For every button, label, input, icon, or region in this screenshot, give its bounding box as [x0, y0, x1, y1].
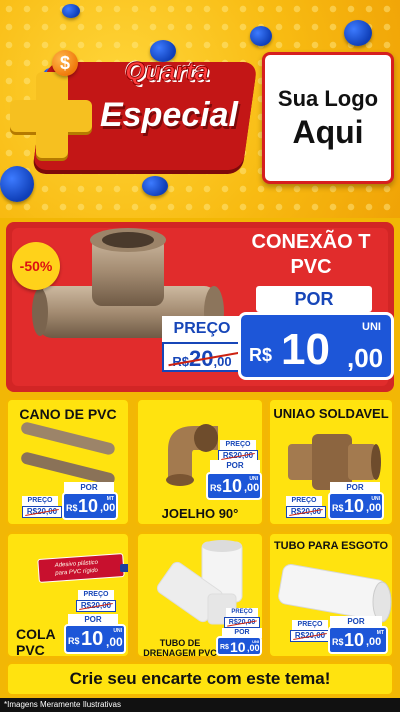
price-integer: 10: [344, 630, 365, 650]
product-name: COLA PVC: [16, 626, 56, 658]
coin-icon: [0, 166, 34, 202]
new-price: R$ 10 ,00 UNI: [328, 492, 384, 520]
glue-tube-image: Adesivo plástico para PVC rígido: [37, 553, 125, 583]
preco-label: PREÇO: [162, 316, 242, 342]
product-card-joelho[interactable]: PREÇO R$20,00 POR R$ 10 ,00 UNI JOELHO 9…: [136, 398, 264, 526]
logo-text-line2: Aqui: [292, 113, 364, 150]
new-price: R$ 10 ,00 UNI: [64, 624, 126, 654]
price-decimal: ,00: [347, 343, 384, 373]
price-unit: UNI: [252, 639, 259, 644]
currency-symbol: R$: [332, 503, 344, 513]
currency-symbol: R$: [68, 636, 80, 646]
product-name-line1: COLA: [16, 626, 56, 642]
strikethrough: [227, 619, 257, 627]
preco-label: PREÇO: [226, 608, 258, 617]
por-label: POR: [210, 460, 260, 472]
new-price: R$ 10 ,00 UNI: [216, 636, 262, 656]
product-name-line2: PVC: [16, 642, 45, 658]
new-price: R$ 10 ,00 UNI: [238, 312, 394, 380]
product-name: TUBO DE DRENAGEM PVC: [142, 638, 218, 658]
price-integer: 10: [78, 496, 99, 516]
price-decimal: ,00: [366, 636, 382, 648]
price-integer: 10: [230, 639, 246, 655]
currency-symbol: R$: [220, 644, 229, 651]
price-decimal: ,00: [100, 502, 116, 514]
old-price: R$20,00: [290, 630, 330, 642]
plus-icon: [36, 72, 68, 158]
old-price: R$20,00: [22, 506, 62, 518]
coin-icon: [62, 4, 80, 18]
preco-label: PREÇO: [78, 590, 114, 600]
por-label: POR: [256, 286, 372, 312]
price-unit: MT: [376, 630, 384, 636]
preco-label: PREÇO: [22, 496, 58, 506]
coin-icon: [344, 20, 372, 46]
featured-product-name: CONEXÃO T PVC: [236, 230, 386, 280]
price-unit: UNI: [371, 496, 380, 502]
new-price: R$ 10 ,00 UNI: [206, 472, 262, 500]
product-name: TUBO PARA ESGOTO: [273, 540, 389, 552]
price-integer: 10: [344, 496, 365, 516]
product-card-esgoto[interactable]: TUBO PARA ESGOTO PREÇO R$20,00 POR R$ 10…: [268, 532, 394, 658]
preco-label: PREÇO: [292, 620, 328, 630]
strikethrough: [221, 453, 255, 460]
price-integer: 10: [222, 476, 243, 496]
price-decimal: ,00: [366, 502, 382, 514]
product-card-cano[interactable]: CANO DE PVC PREÇO R$20,00 POR R$ 10 ,00 …: [6, 398, 130, 526]
currency-symbol: R$: [249, 345, 273, 365]
strikethrough: [289, 509, 323, 516]
price-unit: UNI: [249, 476, 258, 482]
old-price: R$20,00: [224, 617, 260, 628]
price-integer: 10: [281, 325, 330, 374]
header-banner: $ Quarta Especial Sua Logo Aqui: [0, 0, 400, 218]
product-name: CANO DE PVC: [19, 406, 117, 422]
coin-icon: [250, 26, 272, 46]
promo-title-line2: Especial: [100, 96, 238, 134]
disclaimer-footer: *Imagens Meramente Ilustrativas: [0, 698, 400, 712]
new-price: R$ 10 ,00 MT: [62, 492, 118, 520]
price-decimal: ,00: [247, 643, 260, 653]
featured-name-line1: CONEXÃO T: [251, 231, 371, 253]
price-decimal: ,00: [106, 635, 123, 649]
product-name-line2: DRENAGEM PVC: [143, 648, 217, 658]
dollar-coin-icon: $: [52, 50, 78, 76]
logo-text-line1: Sua Logo: [277, 85, 379, 111]
product-card-cola[interactable]: Adesivo plástico para PVC rígido PREÇO R…: [6, 532, 130, 658]
currency-symbol: R$: [210, 483, 222, 493]
currency-symbol: R$: [66, 503, 78, 513]
old-price: R$20,00: [286, 506, 326, 518]
discount-badge: -50%: [12, 242, 60, 290]
featured-name-line2: PVC: [290, 256, 332, 278]
new-price: R$ 10 ,00 MT: [328, 626, 388, 654]
old-price: R$20,00: [162, 342, 242, 372]
product-name-line1: TUBO DE: [159, 638, 201, 648]
cta-button[interactable]: Crie seu encarte com este tema!: [6, 662, 394, 696]
product-name: UNIAO SOLDAVEL: [273, 406, 389, 421]
coin-icon: [142, 176, 168, 196]
price-unit: UNI: [113, 628, 122, 634]
strikethrough: [293, 633, 327, 640]
strikethrough: [79, 603, 113, 610]
currency-symbol: R$: [332, 637, 344, 647]
logo-placeholder[interactable]: Sua Logo Aqui: [262, 52, 394, 184]
preco-label: PREÇO: [286, 496, 322, 506]
price-integer: 10: [81, 628, 104, 650]
product-name: JOELHO 90°: [161, 506, 239, 521]
preco-label: PREÇO: [220, 440, 256, 450]
price-decimal: ,00: [244, 482, 260, 494]
price-unit: MT: [106, 496, 114, 502]
price-unit: UNI: [362, 321, 381, 333]
old-price: R$20,00: [76, 600, 116, 612]
product-card-uniao[interactable]: UNIAO SOLDAVEL PREÇO R$20,00 POR R$ 10 ,…: [268, 398, 394, 526]
promo-title-line1: Quarta: [125, 56, 210, 87]
strikethrough: [25, 509, 59, 516]
product-card-drenagem[interactable]: PREÇO R$20,00 POR R$ 10 ,00 UNI TUBO DE …: [136, 532, 264, 658]
tube-cap: [120, 564, 128, 572]
